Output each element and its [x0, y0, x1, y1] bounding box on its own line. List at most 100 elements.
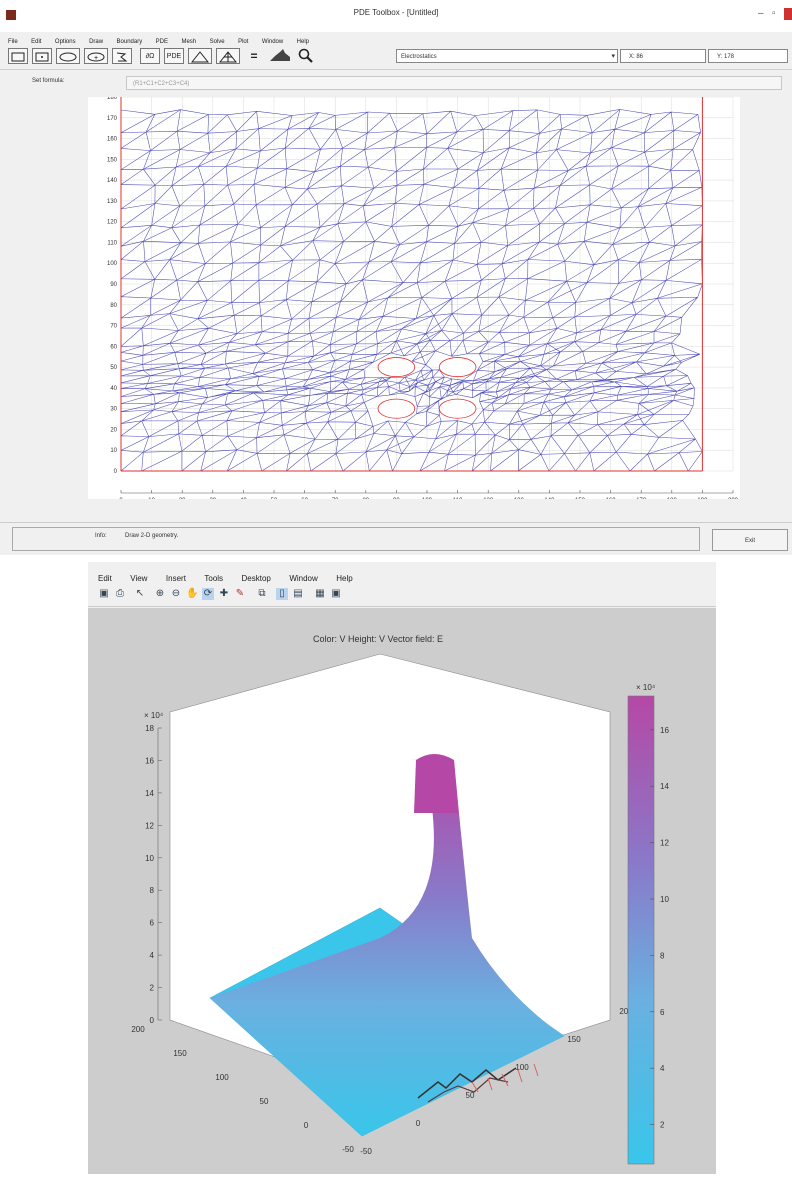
init-mesh-button[interactable]	[188, 48, 212, 64]
mesh-y-tick-label: 50	[110, 365, 117, 371]
z-tick-label: 12	[145, 821, 154, 830]
chevron-down-icon: ▾	[611, 53, 615, 60]
figure-window: Edit View Insert Tools Desktop Window He…	[88, 562, 716, 1174]
figure-menu-tools[interactable]: Tools	[204, 574, 223, 583]
legend-icon[interactable]: ▤	[292, 588, 304, 600]
mesh-x-tick-label: 180	[667, 498, 678, 499]
draw-ellipse-button[interactable]	[56, 48, 80, 64]
draw-polygon-button[interactable]	[112, 48, 132, 64]
mesh-y-tick-label: 170	[107, 116, 118, 122]
z-tick-label: 2	[150, 984, 155, 993]
plot-solution-button[interactable]	[268, 48, 292, 64]
surface-plot: Color: V Height: V Vector field: E 0 2 4 6 8…	[131, 634, 669, 1165]
show-plot-tools-icon[interactable]: ▣	[330, 588, 342, 600]
data-cursor-icon[interactable]: ✚	[218, 588, 230, 600]
minimize-icon[interactable]: –	[758, 8, 764, 19]
figure-menu-insert[interactable]: Insert	[166, 574, 186, 583]
mesh-y-tick-label: 70	[110, 324, 117, 330]
colorbar-tick-label: 2	[660, 1121, 665, 1130]
figure-menu-edit[interactable]: Edit	[98, 574, 112, 583]
toolbar: + ∂Ω PDE = Electrostatics ▾ X: 86 Y: 178	[0, 45, 792, 70]
x-coordinate-readout: X: 86	[620, 49, 706, 63]
refine-mesh-icon	[218, 51, 238, 63]
colorbar[interactable]	[627, 695, 655, 1165]
figure-menu-window[interactable]: Window	[289, 574, 317, 583]
draw-rectangle-centered-button[interactable]	[32, 48, 52, 64]
solve-icon: =	[250, 49, 258, 63]
mesh-y-tick-label: 30	[110, 407, 117, 413]
boundary-mode-button[interactable]: ∂Ω	[140, 48, 160, 64]
hide-plot-tools-icon[interactable]: ▦	[314, 588, 326, 600]
z-tick-label: 8	[150, 886, 155, 895]
solve-button[interactable]: =	[244, 48, 264, 64]
mesh-x-tick-label: 170	[636, 498, 647, 499]
z-tick-label: 0	[150, 1016, 155, 1025]
zoom-button[interactable]	[296, 48, 316, 64]
draw-rectangle-button[interactable]	[8, 48, 28, 64]
z-tick-label: 4	[150, 951, 155, 960]
mesh-hole	[377, 357, 416, 378]
mesh-y-tick-label: 110	[107, 240, 117, 246]
mesh-y-tick-label: 90	[110, 282, 117, 288]
pde-spec-button[interactable]: PDE	[164, 48, 184, 64]
mesh-y-tick-label: 60	[110, 344, 117, 350]
colorbar-tick-label: 10	[660, 895, 669, 904]
colorbar-tick-label: 6	[660, 1008, 665, 1017]
mesh-y-tick-label: 100	[107, 261, 118, 267]
draw-ellipse-centered-button[interactable]: +	[84, 48, 108, 64]
mesh-plot-area[interactable]: 0 10 20 30 40 50 60 70 80 90 100 110 120 130 140 150 160…	[88, 95, 740, 504]
x-tick-label: 0	[416, 1119, 421, 1128]
mesh-x-tick-label: 30	[209, 498, 216, 499]
colorbar-icon[interactable]: ▯	[276, 588, 288, 600]
x-tick-label: 150	[567, 1035, 581, 1044]
y-tick-label: 200	[131, 1025, 145, 1034]
mesh-x-tick-label: 80	[362, 498, 369, 499]
ellipse-icon	[59, 52, 77, 62]
set-formula-row: Set formula: (R1+C1+C2+C3+C4)	[0, 70, 792, 96]
pde-toolbox-window: PDE Toolbox - [Untitled] – ▫ File Edit O…	[0, 0, 792, 555]
z-axis-ticks: 0 2 4 6 8 10 12 14 16 18	[145, 724, 162, 1025]
figure-menu-view[interactable]: View	[130, 574, 147, 583]
colorbar-tick-label: 4	[660, 1064, 665, 1073]
figure-menu-help[interactable]: Help	[336, 574, 352, 583]
figure-toolbar: ▣ ⎙ ↖ ⊕ ⊖ ✋ ⟳ ✚ ✎ ⧉ ▯ ▤ ▦ ▣	[88, 584, 716, 607]
mesh-hole	[438, 357, 477, 378]
close-icon[interactable]	[784, 8, 792, 20]
figure-menu-desktop[interactable]: Desktop	[242, 574, 271, 583]
link-icon[interactable]: ⧉	[256, 588, 268, 600]
mesh-x-tick-label: 100	[422, 498, 433, 499]
application-mode-value: Electrostatics	[401, 54, 437, 60]
mesh-x-tick-label: 60	[301, 498, 308, 499]
zoom-in-icon[interactable]: ⊕	[154, 588, 166, 600]
figure-canvas[interactable]: Color: V Height: V Vector field: E 0 2 4 6 8…	[88, 608, 716, 1174]
colorbar-tick-label: 12	[660, 839, 669, 848]
window-title: PDE Toolbox - [Untitled]	[353, 8, 439, 17]
print-icon[interactable]: ⎙	[114, 588, 126, 600]
refine-mesh-button[interactable]	[216, 48, 240, 64]
mesh-y-tick-label: 0	[114, 469, 118, 475]
maximize-icon[interactable]: ▫	[772, 8, 776, 19]
rectangle-icon	[11, 52, 25, 62]
ellipse-center-icon: +	[87, 52, 105, 62]
set-formula-input[interactable]: (R1+C1+C2+C3+C4)	[126, 76, 782, 90]
y-tick-label: 100	[215, 1073, 229, 1082]
pan-icon[interactable]: ✋	[186, 588, 198, 600]
figure-menu-bar: Edit View Insert Tools Desktop Window He…	[98, 568, 367, 583]
rotate-3d-icon[interactable]: ⟳	[202, 588, 214, 600]
save-icon[interactable]: ▣	[98, 588, 110, 600]
colorbar-tick-label: 8	[660, 951, 665, 960]
mesh-y-tick-label: 10	[110, 448, 117, 454]
exit-button[interactable]: Exit	[712, 529, 788, 551]
application-mode-select[interactable]: Electrostatics ▾	[396, 49, 618, 63]
pointer-icon[interactable]: ↖	[134, 588, 146, 600]
zoom-out-icon[interactable]: ⊖	[170, 588, 182, 600]
brush-icon[interactable]: ✎	[234, 588, 246, 600]
mesh-x-tick-label: 130	[514, 498, 525, 499]
colorbar-tick-label: 14	[660, 782, 669, 791]
mesh-x-tick-label: 0	[119, 498, 123, 499]
colorbar-tick-label: 16	[660, 726, 669, 735]
mesh-edges	[120, 109, 703, 472]
mesh-x-tick-label: 20	[179, 498, 186, 499]
square-center-icon	[35, 52, 49, 62]
mesh-y-tick-label: 130	[107, 199, 118, 205]
